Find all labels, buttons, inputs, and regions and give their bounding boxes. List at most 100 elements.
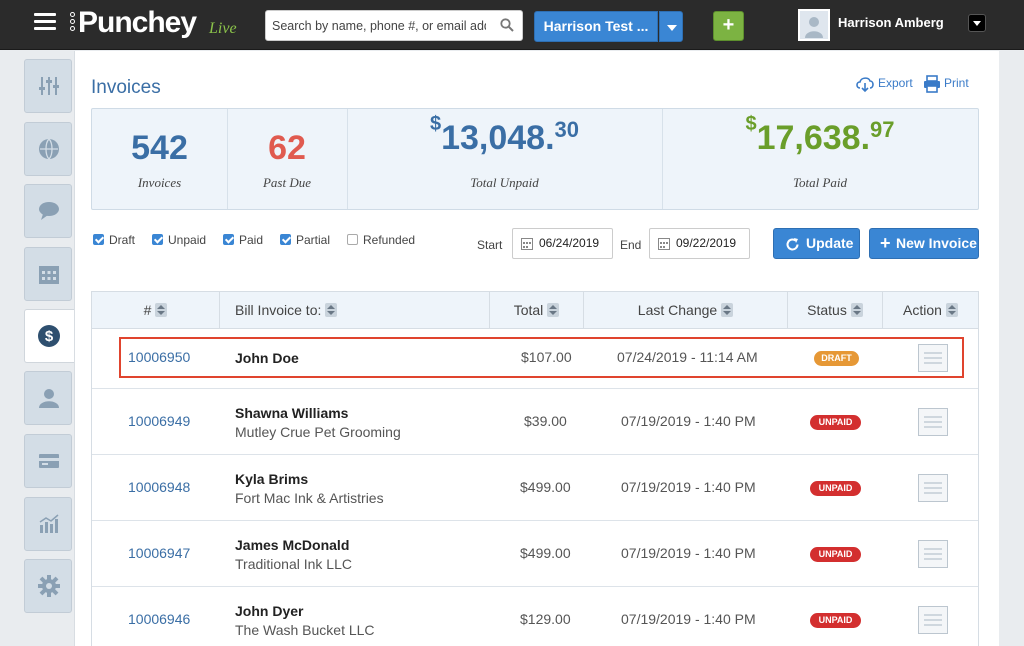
search-input[interactable] [266, 11, 486, 40]
col-last-change[interactable]: Last Change [584, 292, 788, 329]
brand-tag: Live [209, 20, 237, 37]
invoice-number-link[interactable]: 10006946 [128, 611, 190, 627]
table-row[interactable]: 10006947 James McDonald Traditional Ink … [92, 521, 978, 587]
account-dropdown-icon[interactable] [659, 11, 683, 42]
sidebar-item-invoices[interactable]: $ [24, 309, 76, 363]
filter-paid[interactable]: Paid [223, 233, 263, 247]
page-title: Invoices [91, 77, 161, 98]
sliders-icon [39, 77, 59, 95]
col-bill-to[interactable]: Bill Invoice to: [220, 292, 490, 329]
sidebar: $ [0, 51, 76, 646]
invoice-number-link[interactable]: 10006949 [128, 413, 190, 429]
sidebar-item-globe[interactable] [24, 122, 72, 176]
add-button[interactable]: + [713, 11, 744, 41]
invoice-total: $129.00 [520, 611, 571, 627]
checkbox[interactable] [280, 234, 291, 245]
sidebar-item-payments[interactable] [24, 434, 72, 488]
document-icon[interactable] [918, 474, 948, 502]
invoice-count: 542 [131, 129, 188, 167]
logo-dots [70, 12, 78, 33]
invoice-total: $499.00 [520, 479, 571, 495]
filter-refunded[interactable]: Refunded [347, 233, 415, 247]
summary-stats: 542 Invoices 62 Past Due $13,048.30 Tota… [91, 108, 979, 210]
invoice-total: $39.00 [524, 413, 567, 429]
cloud-download-icon [856, 77, 874, 93]
sidebar-item-messages[interactable] [24, 184, 72, 238]
sort-icon[interactable] [325, 303, 338, 317]
start-date-label: Start [477, 238, 503, 252]
gear-icon [38, 575, 60, 597]
customer-name: Shawna Williams [235, 405, 349, 421]
stat-past-due: 62 Past Due [227, 109, 347, 209]
customer-name: Kyla Brims [235, 471, 309, 487]
top-bar: Punchey Live Harrison Test ... + Harriso… [0, 0, 1024, 50]
status-badge: UNPAID [810, 481, 861, 496]
invoice-number-link[interactable]: 10006948 [128, 479, 190, 495]
sort-icon[interactable] [850, 303, 863, 317]
checkbox[interactable] [223, 234, 234, 245]
sort-icon[interactable] [721, 303, 734, 317]
document-icon[interactable] [918, 606, 948, 634]
table-row[interactable]: 10006949 Shawna Williams Mutley Crue Pet… [92, 389, 978, 455]
sort-icon[interactable] [547, 303, 560, 317]
update-button[interactable]: Update [773, 228, 860, 259]
total-paid-amount: $17,638.97 [745, 113, 895, 157]
calendar-icon [39, 266, 59, 284]
refresh-icon [786, 238, 799, 251]
menu-icon[interactable] [34, 13, 56, 31]
checkbox[interactable] [93, 234, 104, 245]
print-button[interactable]: Print [923, 75, 969, 93]
document-icon[interactable] [918, 408, 948, 436]
brand-logo[interactable]: Punchey [78, 6, 197, 40]
invoice-number-link[interactable]: 10006947 [128, 545, 190, 561]
stat-total-paid: $17,638.97 Total Paid [662, 109, 978, 209]
last-change-date: 07/19/2019 - 1:40 PM [621, 479, 756, 495]
sort-icon[interactable] [155, 303, 168, 317]
chart-icon [39, 514, 59, 533]
sidebar-item-customers[interactable] [24, 371, 72, 425]
user-menu-icon[interactable] [968, 14, 986, 32]
document-icon[interactable] [918, 540, 948, 568]
filter-partial[interactable]: Partial [280, 233, 330, 247]
search-icon[interactable] [500, 18, 514, 32]
new-invoice-button[interactable]: New Invoice [869, 228, 979, 259]
stat-total-unpaid: $13,048.30 Total Unpaid [347, 109, 662, 209]
filter-draft[interactable]: Draft [93, 233, 135, 247]
sidebar-item-calendar[interactable] [24, 247, 72, 301]
account-button[interactable]: Harrison Test ... [534, 11, 658, 42]
start-date-input[interactable]: 06/24/2019 [512, 228, 613, 259]
sort-icon[interactable] [945, 303, 958, 317]
past-due-label: Past Due [262, 175, 312, 190]
sidebar-item-settings[interactable] [24, 559, 72, 613]
svg-text:$: $ [45, 328, 54, 345]
status-badge: UNPAID [810, 547, 861, 562]
sidebar-item-reports[interactable] [24, 497, 72, 551]
checkbox[interactable] [347, 234, 358, 245]
table-row[interactable]: 10006948 Kyla Brims Fort Mac Ink & Artis… [92, 455, 978, 521]
row-highlight-outline [119, 337, 964, 378]
col-action[interactable]: Action [883, 292, 978, 329]
table-row[interactable]: 10006946 John Dyer The Wash Bucket LLC $… [92, 587, 978, 646]
stat-invoices: 542 Invoices [92, 109, 227, 209]
end-date-label: End [620, 238, 642, 252]
customer-company: The Wash Bucket LLC [235, 622, 375, 638]
status-badge: UNPAID [810, 415, 861, 430]
end-date-input[interactable]: 09/22/2019 [649, 228, 750, 259]
sidebar-item-settings-sliders[interactable] [24, 59, 72, 113]
col-total[interactable]: Total [490, 292, 584, 329]
checkbox[interactable] [152, 234, 163, 245]
person-icon [805, 17, 823, 38]
total-unpaid-label: Total Unpaid [470, 175, 539, 190]
col-status[interactable]: Status [788, 292, 883, 329]
filter-unpaid[interactable]: Unpaid [152, 233, 206, 247]
avatar[interactable] [798, 9, 830, 41]
export-label: Export [878, 76, 913, 91]
dollar-icon: $ [38, 325, 60, 347]
export-button[interactable]: Export [855, 75, 913, 93]
col-number[interactable]: # [92, 292, 220, 329]
customer-name: James McDonald [235, 537, 350, 553]
status-badge: UNPAID [810, 613, 861, 628]
total-paid-label: Total Paid [792, 175, 848, 190]
customer-company: Mutley Crue Pet Grooming [235, 424, 401, 440]
past-due-count: 62 [268, 129, 306, 167]
